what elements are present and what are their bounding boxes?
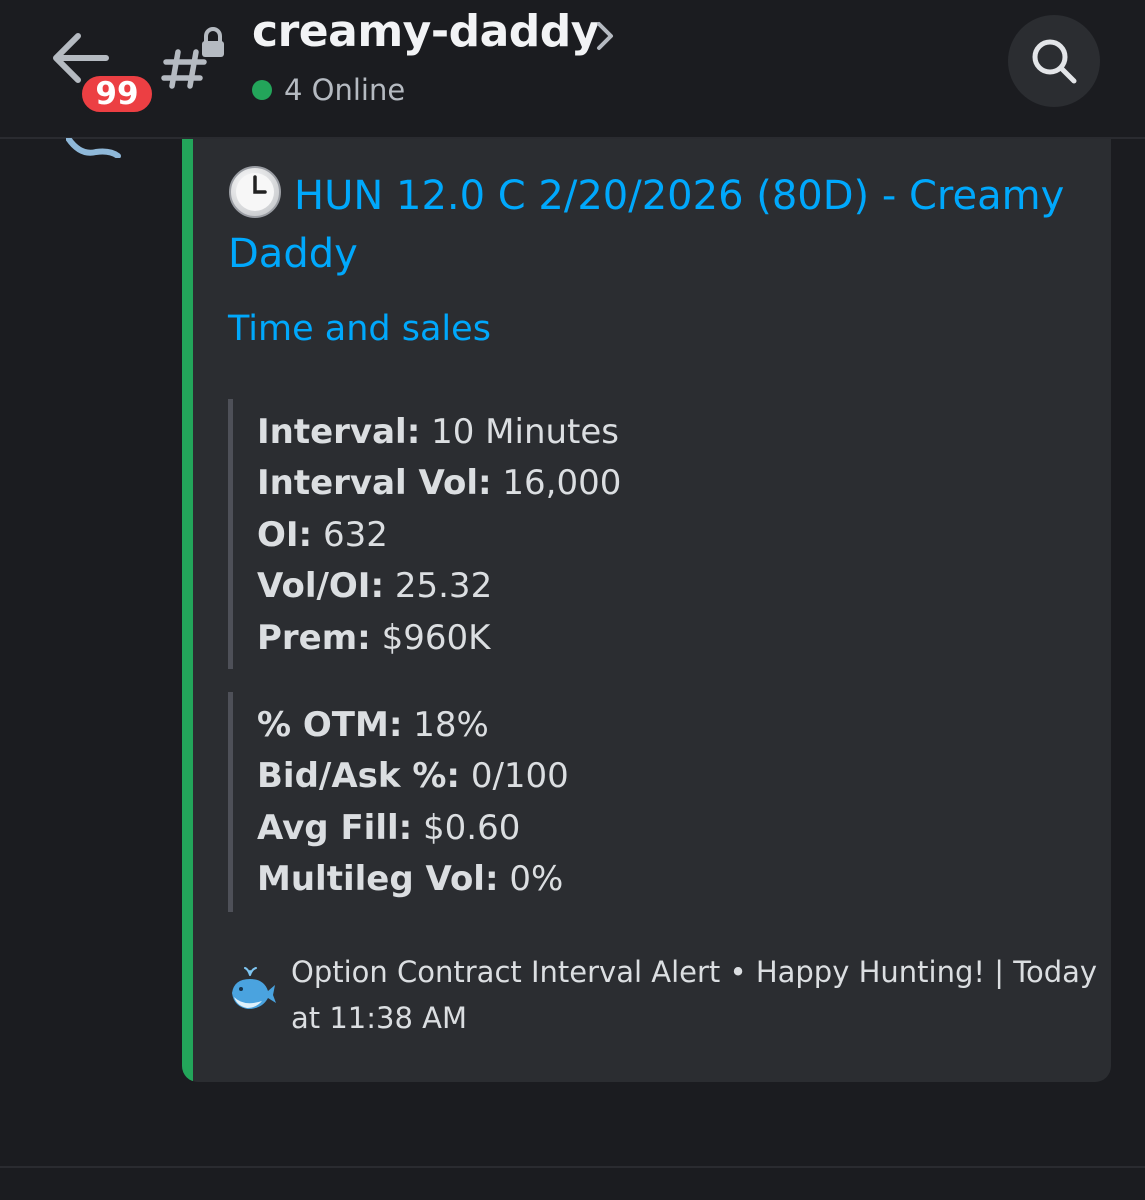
stat-label: Bid/Ask %:	[257, 756, 460, 797]
online-status: 4 Online	[252, 70, 405, 110]
avatar[interactable]	[66, 138, 122, 158]
stat-row: % OTM: 18%	[257, 700, 569, 751]
online-count: 4 Online	[284, 73, 406, 107]
stat-value: 0%	[509, 859, 564, 900]
clock-icon	[229, 166, 281, 218]
stat-value: 16,000	[502, 463, 622, 504]
stat-row: Multileg Vol: 0%	[257, 854, 569, 905]
embed-accent-bar	[182, 139, 193, 1082]
stat-label: Prem:	[257, 617, 371, 658]
whale-icon	[232, 967, 276, 1009]
time-and-sales-link[interactable]: Time and sales	[228, 309, 491, 349]
stat-row: Avg Fill: $0.60	[257, 803, 569, 854]
stat-label: Multileg Vol:	[257, 859, 499, 900]
stat-value: 632	[322, 514, 388, 555]
online-dot-icon	[252, 80, 272, 100]
embed-title-text[interactable]: HUN 12.0 C 2/20/2026 (80D) - Creamy Dadd…	[228, 173, 1064, 277]
chat-screen: 99 creamy-daddy 4 Online HUN 12.0 C 2/20…	[0, 0, 1145, 1200]
stat-label: Vol/OI:	[257, 566, 385, 607]
stat-row: OI: 632	[257, 510, 621, 561]
stat-row: Prem: $960K	[257, 613, 621, 664]
stat-label: OI:	[257, 514, 313, 555]
stat-value: 0/100	[470, 756, 569, 797]
stats-block-1: Interval: 10 Minutes Interval Vol: 16,00…	[228, 399, 621, 669]
stat-label: Interval:	[257, 412, 421, 452]
footer-text: Option Contract Interval Alert • Happy H…	[291, 955, 1098, 1035]
alert-embed: HUN 12.0 C 2/20/2026 (80D) - Creamy Dadd…	[182, 139, 1111, 1082]
stats-block-2: % OTM: 18% Bid/Ask %: 0/100 Avg Fill: $0…	[228, 692, 569, 912]
stat-value: $960K	[381, 617, 491, 658]
chevron-right-icon[interactable]	[594, 18, 618, 54]
channel-header: 99 creamy-daddy 4 Online	[0, 0, 1145, 139]
stat-row: Interval Vol: 16,000	[257, 458, 621, 509]
channel-name[interactable]: creamy-daddy	[252, 6, 599, 57]
composer-divider	[0, 1166, 1145, 1168]
stat-value: $0.60	[423, 807, 521, 848]
stat-label: Avg Fill:	[257, 807, 413, 848]
stat-label: % OTM:	[257, 705, 403, 745]
stat-row: Vol/OI: 25.32	[257, 561, 621, 612]
embed-title[interactable]: HUN 12.0 C 2/20/2026 (80D) - Creamy Dadd…	[228, 165, 1088, 283]
search-button[interactable]	[1008, 15, 1100, 107]
stat-row: Bid/Ask %: 0/100	[257, 751, 569, 802]
stat-label: Interval Vol:	[257, 463, 492, 504]
stat-value: 10 Minutes	[431, 412, 620, 452]
stat-value: 18%	[413, 705, 489, 745]
embed-footer: Option Contract Interval Alert • Happy H…	[228, 945, 1111, 1045]
unread-badge: 99	[78, 72, 156, 116]
hash-lock-icon	[161, 27, 224, 89]
search-icon	[1032, 39, 1077, 84]
stat-value: 25.32	[394, 566, 493, 607]
stat-row: Interval: 10 Minutes	[257, 407, 621, 458]
